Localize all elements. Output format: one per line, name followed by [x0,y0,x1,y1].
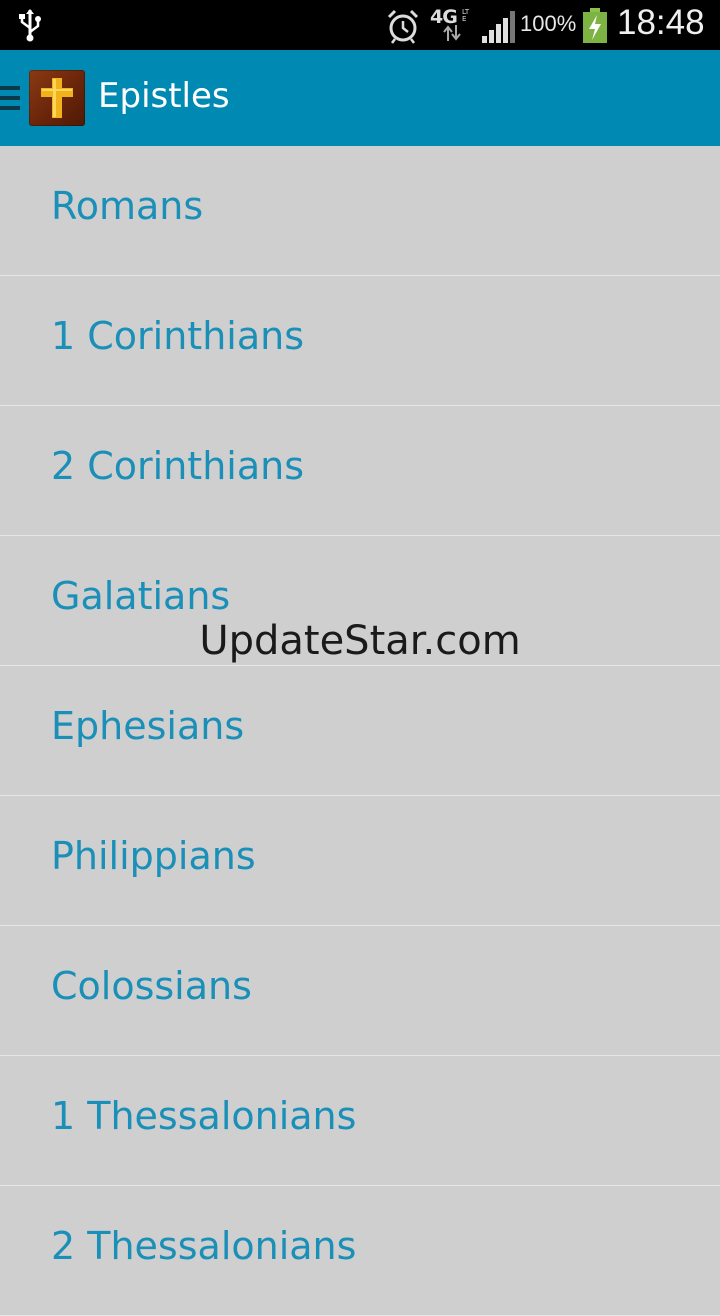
alarm-icon [387,9,419,44]
list-item-1-thessalonians[interactable]: 1 Thessalonians [0,1056,720,1186]
epistles-list: Romans 1 Corinthians 2 Corinthians Galat… [0,146,720,1316]
cross-icon [41,78,73,118]
list-item-label: Ephesians [51,704,245,748]
battery-charging-icon [583,8,607,43]
list-item-romans[interactable]: Romans [0,146,720,276]
list-item-label: 1 Thessalonians [51,1094,357,1138]
drawer-menu-icon[interactable] [0,84,20,112]
signal-icon [482,11,515,43]
list-item-colossians[interactable]: Colossians [0,926,720,1056]
network-subtype-label: LTE [462,8,470,23]
cross-app-icon[interactable] [29,70,85,126]
list-item-label: Romans [51,184,204,228]
action-bar: Epistles [0,50,720,146]
list-item-label: Philippians [51,834,256,878]
list-item-2-thessalonians[interactable]: 2 Thessalonians [0,1186,720,1316]
list-item-philippians[interactable]: Philippians [0,796,720,926]
list-item-label: 1 Corinthians [51,314,305,358]
list-item-label: Galatians [51,574,231,618]
list-item-2-corinthians[interactable]: 2 Corinthians [0,406,720,536]
battery-percent: 100% [520,11,577,36]
status-bar: 4G LTE 100% 18:48 [0,0,720,50]
list-item-label: Colossians [51,964,252,1008]
network-4g-lte-icon: 4G LTE [430,6,474,44]
clock: 18:48 [617,3,705,42]
page-title: Epistles [98,76,230,116]
list-item-label: 2 Corinthians [51,444,305,488]
data-arrows-icon [443,25,461,41]
list-item-label: 2 Thessalonians [51,1224,357,1268]
watermark: UpdateStar.com [199,618,521,664]
list-item-1-corinthians[interactable]: 1 Corinthians [0,276,720,406]
list-item-ephesians[interactable]: Ephesians [0,666,720,796]
usb-icon [19,9,41,42]
